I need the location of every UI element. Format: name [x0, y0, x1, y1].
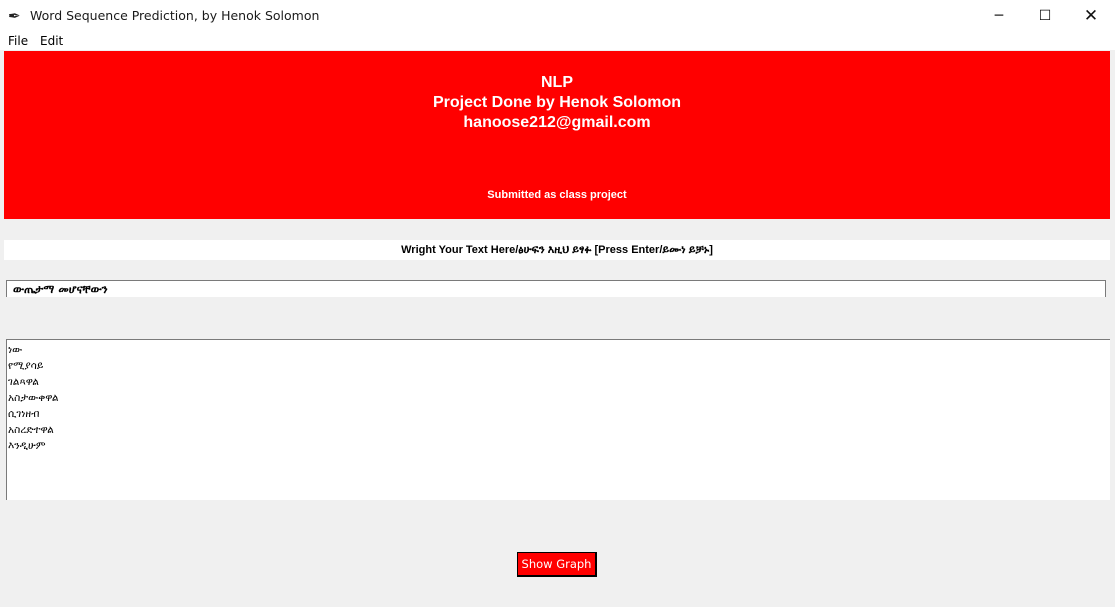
menu-edit[interactable]: Edit	[40, 33, 63, 49]
list-item[interactable]: አስረድተዋል	[7, 422, 1110, 438]
list-item[interactable]: ሲገነዘብ	[7, 406, 1110, 422]
banner-subtitle: Submitted as class project	[487, 189, 627, 201]
input-prompt-label: Wright Your Text Here/ፅሁፍን እዚህ ይፃፉ [Pres…	[4, 240, 1110, 260]
banner-title: NLP	[541, 74, 573, 91]
title-bar: ✒ Word Sequence Prediction, by Henok Sol…	[0, 0, 1115, 32]
maximize-button[interactable]: ☐	[1022, 0, 1068, 32]
window-title: Word Sequence Prediction, by Henok Solom…	[30, 8, 320, 23]
menu-file[interactable]: File	[8, 33, 28, 49]
menu-bar: File Edit	[0, 32, 1115, 50]
list-item[interactable]: የሚያሳይ	[7, 358, 1110, 374]
banner-author: Project Done by Henok Solomon	[432, 94, 682, 111]
list-item[interactable]: እንዲሁም	[7, 438, 1110, 454]
show-graph-button[interactable]: Show Graph	[517, 552, 597, 577]
list-item[interactable]: ገልጻዋል	[7, 374, 1110, 390]
close-button[interactable]: ✕	[1068, 0, 1114, 32]
header-banner: NLP Project Done by Henok Solomon hanoos…	[4, 51, 1110, 219]
text-input[interactable]	[6, 280, 1106, 297]
suggestion-list[interactable]: ነው የሚያሳይ ገልጻዋል አስታውቀዋል ሲገነዘብ አስረድተዋል እንዲ…	[6, 339, 1110, 500]
minimize-button[interactable]: ─	[976, 0, 1022, 32]
list-item[interactable]: ነው	[7, 342, 1110, 358]
list-item[interactable]: አስታውቀዋል	[7, 390, 1110, 406]
feather-icon: ✒	[8, 7, 21, 25]
banner-email: hanoose212@gmail.com	[463, 114, 651, 131]
